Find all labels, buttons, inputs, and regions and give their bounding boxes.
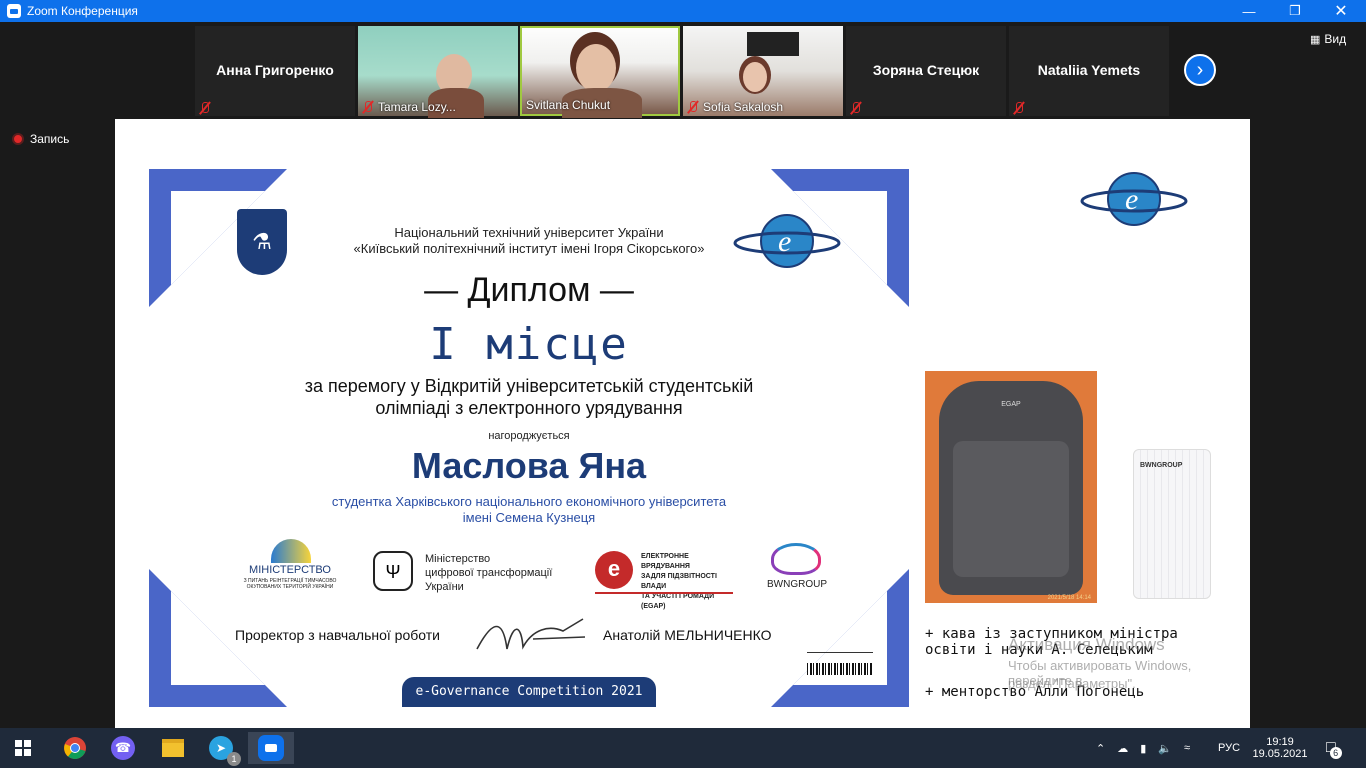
participant-name: Svitlana Chukut	[526, 98, 611, 112]
chevron-up-icon[interactable]: ⌃	[1096, 742, 1105, 755]
powerbank-brand: BWNGROUP	[1140, 462, 1183, 469]
window-title: Zoom Конференция	[27, 4, 138, 18]
mic-muted-icon	[687, 101, 699, 113]
clock[interactable]: 19:19 19.05.2021	[1250, 728, 1310, 768]
diploma-title: — Диплом —	[424, 271, 634, 309]
battery-icon[interactable]: ▮	[1140, 742, 1146, 755]
chrome-icon[interactable]	[52, 732, 98, 764]
file-explorer-icon[interactable]	[150, 732, 196, 764]
participant-video-tile[interactable]: Tamara Lozy...	[358, 26, 518, 118]
powerbank-photo: BWNGROUP	[1133, 449, 1211, 599]
participant-video-tile-active[interactable]: Svitlana Chukut	[520, 26, 680, 118]
diploma: ⚗ e Національний технічний університет У…	[149, 169, 909, 707]
notifications-button[interactable]: □ 6	[1326, 728, 1342, 768]
prorector-label: Проректор з навчальної роботи	[235, 627, 440, 643]
system-tray: ⌃ ☁ ▮ 🔈 ≈	[1096, 728, 1190, 768]
awarded-label: нагороджується	[488, 430, 570, 442]
language-indicator[interactable]: РУС	[1218, 728, 1240, 768]
participant-tile[interactable]: Nataliia Yemets	[1009, 26, 1169, 116]
close-icon[interactable]: ✕	[1318, 0, 1364, 22]
backpack-photo: EGAP 2021/5/18 14:14	[925, 371, 1097, 603]
title-bar: Zoom Конференция — ❐ ✕	[0, 0, 1366, 22]
participant-tile[interactable]: Зоряна Стецюк	[846, 26, 1006, 116]
participant-name: Анна Григоренко	[216, 62, 334, 78]
mic-muted-icon	[850, 102, 862, 114]
minimize-icon[interactable]: —	[1226, 0, 1272, 22]
photo-timestamp: 2021/5/18 14:14	[1047, 595, 1091, 601]
notification-badge: 1	[227, 752, 241, 766]
university-name: Національний технічний університет Украї…	[353, 225, 705, 256]
participant-name: Зоряна Стецюк	[872, 62, 980, 78]
signature-image	[476, 618, 586, 650]
signer-name: Анатолій МЕЛЬНИЧЕНКО	[603, 627, 772, 643]
onedrive-cloud-icon[interactable]: ☁	[1117, 742, 1128, 755]
start-icon[interactable]	[0, 732, 46, 764]
grid-icon: ▦	[1310, 33, 1321, 46]
participant-video-tile[interactable]: Sofia Sakalosh	[683, 26, 843, 116]
egap-gear-icon: e	[595, 551, 633, 589]
participant-tile[interactable]: Анна Григоренко	[195, 26, 355, 116]
recording-indicator[interactable]: Запись	[12, 132, 69, 146]
mic-muted-icon	[199, 102, 211, 114]
next-participants-button[interactable]: ›	[1184, 54, 1216, 86]
volume-icon[interactable]: 🔈	[1158, 742, 1172, 755]
shared-screen: ⚗ e Національний технічний університет У…	[115, 119, 1250, 728]
winner-affiliation: студентка Харківського національного еко…	[331, 494, 727, 525]
view-button[interactable]: ▦ Вид	[1310, 32, 1346, 46]
winner-name: Маслова Яна	[411, 445, 647, 486]
diploma-footer: e-Governance Competition 2021	[402, 677, 656, 707]
record-icon	[12, 133, 24, 145]
activation-watermark-text: раздел "Параметры".	[1008, 676, 1136, 691]
zoom-icon[interactable]	[248, 732, 294, 764]
participant-name: Sofia Sakalosh	[703, 100, 784, 114]
diploma-place: I місце	[429, 319, 629, 370]
egap-logo: e ЕЛЕКТРОННЕ ВРЯДУВАННЯ ЗАДЛЯ ПІДЗВІТНОС…	[595, 549, 735, 610]
viber-icon[interactable]: ☎	[100, 732, 146, 764]
notification-icon: □ 6	[1326, 739, 1342, 759]
egov-globe-logo: e	[1080, 172, 1188, 226]
restore-icon[interactable]: ❐	[1272, 0, 1318, 22]
digital-ministry-logo: Ψ Міністерство цифрової трансформації Ук…	[373, 549, 573, 593]
svg-text:e: e	[1125, 183, 1138, 216]
mic-muted-icon	[1013, 102, 1025, 114]
ministry-logo: МІНІСТЕРСТВО З ПИТАНЬ РЕІНТЕГРАЦІЇ ТИМЧА…	[241, 539, 339, 595]
windows-taskbar: ☎ ➤ 1 ⌃ ☁ ▮ 🔈 ≈ РУС 19:19 19.05.2021 □ 6	[0, 728, 1366, 768]
chevron-right-icon: ›	[1196, 58, 1204, 81]
network-icon[interactable]: ≈	[1184, 742, 1190, 754]
participant-strip: Анна Григоренко Tamara Lozy... Svitlana …	[0, 24, 1366, 118]
notification-count: 6	[1329, 747, 1342, 759]
barcode	[807, 645, 873, 677]
activation-watermark-title: Активация Windows	[1008, 635, 1165, 654]
recording-label: Запись	[30, 132, 70, 146]
backpack-brand: EGAP	[1001, 401, 1021, 408]
view-label: Вид	[1324, 32, 1347, 46]
telegram-icon[interactable]: ➤ 1	[198, 732, 244, 766]
bwn-logo: BWNGROUP	[767, 543, 827, 595]
trident-icon: Ψ	[373, 551, 413, 591]
participant-name: Tamara Lozy...	[378, 100, 456, 114]
zoom-window: Zoom Конференция — ❐ ✕ Анна Григоренко T…	[0, 0, 1366, 728]
participant-name: Nataliia Yemets	[1037, 62, 1141, 78]
zoom-logo-icon	[7, 4, 21, 18]
mic-muted-icon	[362, 101, 374, 113]
clock-date: 19.05.2021	[1252, 748, 1308, 760]
diploma-reason: за перемогу у Відкритій університетській…	[304, 376, 754, 418]
participant-video	[747, 32, 799, 56]
clock-time: 19:19	[1266, 736, 1294, 748]
